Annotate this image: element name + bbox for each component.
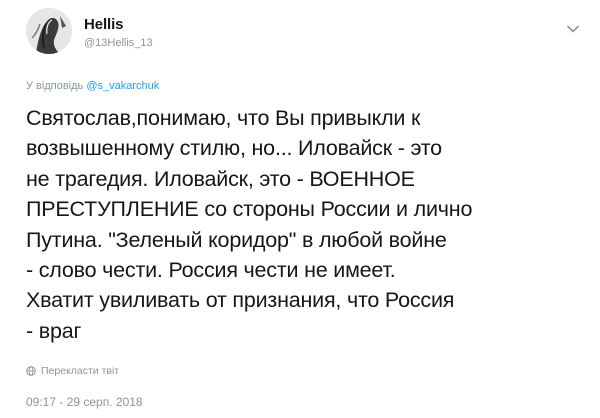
display-name[interactable]: Hellis xyxy=(84,16,124,33)
avatar[interactable] xyxy=(26,8,72,54)
reply-prefix: У відповідь xyxy=(26,80,84,92)
tweet-card: Hellis @13Hellis_13 У відповідь @s_vakar… xyxy=(0,0,600,418)
globe-icon xyxy=(26,366,36,376)
reply-mention-link[interactable]: @s_vakarchuk xyxy=(86,80,159,92)
tweet-timestamp[interactable]: 09:17 - 29 серп. 2018 xyxy=(26,395,143,409)
chevron-down-icon[interactable] xyxy=(566,24,580,34)
translate-label: Перекласти твіт xyxy=(41,365,120,377)
avatar-image xyxy=(26,8,72,54)
reply-context: У відповідь @s_vakarchuk xyxy=(26,80,159,92)
user-handle[interactable]: @13Hellis_13 xyxy=(84,37,153,49)
tweet-text: Святослав,понимаю, что Вы привыкли к воз… xyxy=(26,106,473,343)
translate-tweet-link[interactable]: Перекласти твіт xyxy=(26,365,119,377)
